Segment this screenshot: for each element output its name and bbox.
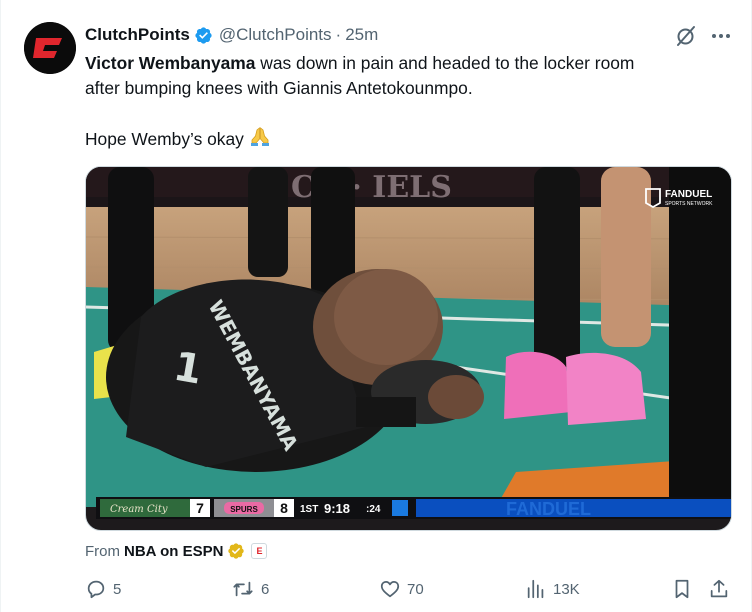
views-button[interactable]: 13K	[525, 576, 580, 602]
attribution-label: From	[85, 542, 120, 560]
author-name[interactable]: ClutchPoints	[85, 25, 190, 45]
reply-button[interactable]: 5	[85, 576, 121, 602]
views-icon	[527, 579, 544, 599]
away-team: Cream City	[110, 504, 168, 515]
action-bar: 5 6 70 13K	[1, 576, 752, 602]
author-handle[interactable]: @ClutchPoints	[219, 25, 332, 45]
repost-count: 6	[261, 580, 270, 598]
quarter: 1ST	[300, 504, 318, 515]
bookmark-button[interactable]	[671, 576, 693, 602]
gold-check-icon	[228, 543, 245, 559]
broadcast-logo-line-2: SPORTS NETWORK	[665, 201, 713, 207]
broadcast-logo-line-1: FANDUEL	[665, 189, 712, 200]
scorebug-banner: FANDUEL	[506, 499, 591, 519]
home-score: 8	[280, 500, 288, 516]
bookmark-icon	[675, 579, 689, 599]
share-button[interactable]	[708, 576, 730, 602]
away-score: 7	[196, 500, 204, 516]
post-text: Victor Wembanyama was down in pain and h…	[85, 51, 725, 152]
post-text-line-3: Hope Wemby’s okay	[85, 126, 725, 152]
post-text-line-1: Victor Wembanyama was down in pain and h…	[85, 51, 725, 76]
verified-badge-icon	[195, 26, 212, 44]
game-clock: 9:18	[324, 501, 350, 516]
tweet-card[interactable]: ClutchPoints @ClutchPoints · 25m Victor …	[0, 0, 752, 612]
separator-dot: ·	[335, 25, 342, 44]
views-count: 13K	[553, 580, 580, 598]
post-text-line-2: after bumping knees with Giannis Antetok…	[85, 78, 473, 98]
media-attribution: From NBA on ESPN E	[85, 541, 268, 561]
scorebug: Cream City 7 SPURS 8 1ST 9:18 :24 FANDUE…	[96, 497, 731, 519]
mention-bold: Victor Wembanyama	[85, 53, 256, 73]
post-text-line-3-text: Hope Wemby’s okay	[85, 129, 249, 149]
attribution-source[interactable]: NBA on ESPN	[124, 543, 223, 560]
source-badge: E	[251, 543, 268, 559]
post-text-line-1-rest: was down in pain and headed to the locke…	[255, 53, 635, 73]
like-icon	[380, 580, 400, 598]
more-icon[interactable]	[708, 24, 734, 48]
home-team: SPURS	[230, 505, 258, 514]
reply-count: 5	[113, 580, 122, 598]
video-frame: CK · IELS WEMBANYAMA 1 FANDUEL SPORTS NE…	[86, 167, 731, 519]
reply-icon	[87, 580, 105, 599]
clutchpoints-logo	[24, 22, 76, 74]
like-count: 70	[407, 580, 424, 598]
post-video[interactable]: CK · IELS WEMBANYAMA 1 FANDUEL SPORTS NE…	[85, 166, 732, 531]
share-icon	[710, 579, 728, 598]
repost-button[interactable]: 6	[231, 576, 269, 602]
post-header: ClutchPoints @ClutchPoints · 25m	[85, 24, 378, 46]
grok-icon[interactable]	[674, 24, 698, 48]
like-button[interactable]: 70	[379, 576, 424, 602]
repost-icon	[233, 581, 253, 597]
folded-hands-emoji	[250, 127, 269, 146]
post-timestamp[interactable]: 25m	[345, 25, 378, 45]
shot-clock: :24	[366, 504, 381, 515]
author-avatar[interactable]	[24, 22, 76, 74]
